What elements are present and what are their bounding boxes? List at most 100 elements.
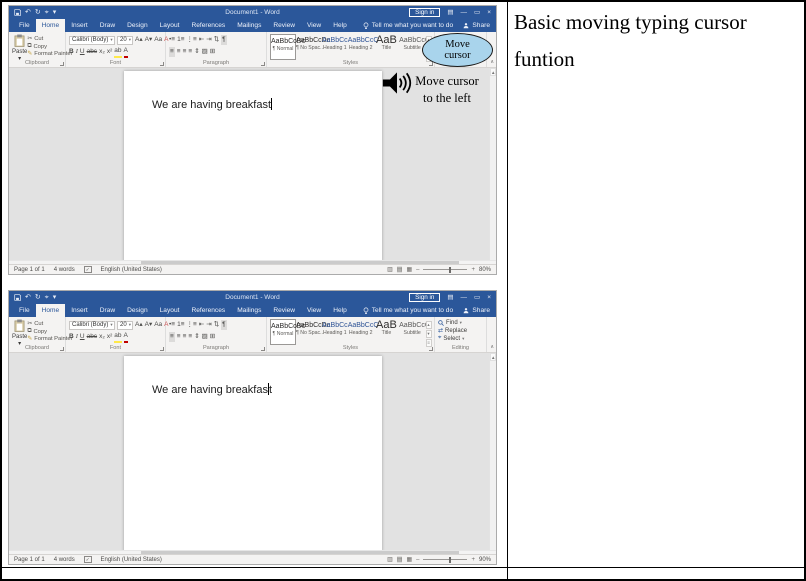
text-highlight-icon[interactable]: ab <box>114 46 121 58</box>
borders-icon[interactable]: ⊞ <box>210 332 215 342</box>
style-normal[interactable]: AaBbCcDc ¶ Normal <box>270 34 296 60</box>
style-heading2[interactable]: AaBbCcC Heading 2 <box>348 34 374 60</box>
print-layout-icon[interactable]: ▤ <box>397 556 403 563</box>
tab-view[interactable]: View <box>301 19 327 32</box>
document-text[interactable]: We are having breakfast <box>124 71 382 111</box>
font-size-combobox[interactable]: 20▾ <box>117 36 133 45</box>
word-count[interactable]: 4 words <box>54 267 75 273</box>
font-size-combobox[interactable]: 20▾ <box>117 321 133 330</box>
superscript-button[interactable]: x² <box>107 332 112 342</box>
sort-icon[interactable]: ⇅ <box>214 320 219 330</box>
tab-view[interactable]: View <box>301 304 327 317</box>
font-color-icon[interactable]: A <box>124 46 128 58</box>
styles-scroll-up-icon[interactable]: ▴ <box>426 321 432 329</box>
tab-home[interactable]: Home <box>36 304 66 317</box>
tab-design[interactable]: Design <box>121 19 154 32</box>
multilevel-list-icon[interactable]: ⋮≡ <box>187 35 197 45</box>
line-spacing-icon[interactable]: ⇕ <box>194 47 199 57</box>
tab-review[interactable]: Review <box>267 304 301 317</box>
tab-insert[interactable]: Insert <box>65 19 94 32</box>
read-mode-icon[interactable]: ▥ <box>387 266 393 273</box>
scroll-up-icon[interactable]: ▲ <box>490 353 496 361</box>
document-text[interactable]: We are having breakfast <box>124 356 382 396</box>
italic-button[interactable]: I <box>76 332 78 342</box>
tab-review[interactable]: Review <box>267 19 301 32</box>
sign-in-button[interactable]: Sign in <box>409 293 440 302</box>
shrink-font-icon[interactable]: A▾ <box>145 320 153 330</box>
redo-icon[interactable]: ↻ <box>35 9 41 16</box>
tab-layout[interactable]: Layout <box>154 19 186 32</box>
ribbon-display-options-icon[interactable]: ▤ <box>447 293 453 302</box>
document-page[interactable]: We are having breakfast <box>124 71 382 260</box>
decrease-indent-icon[interactable]: ⇤ <box>199 35 204 45</box>
paragraph-dialog-launcher[interactable] <box>261 62 265 66</box>
tell-me-box[interactable]: Tell me what you want to do <box>363 19 453 32</box>
zoom-slider[interactable] <box>423 559 467 560</box>
tab-help[interactable]: Help <box>327 19 353 32</box>
tab-file[interactable]: File <box>13 19 36 32</box>
collapse-ribbon-icon[interactable]: ∧ <box>490 344 494 350</box>
word-count[interactable]: 4 words <box>54 557 75 563</box>
zoom-out-icon[interactable]: – <box>416 557 419 563</box>
bold-button[interactable]: B <box>69 332 74 342</box>
subscript-button[interactable]: x₂ <box>99 332 105 342</box>
tab-layout[interactable]: Layout <box>154 304 186 317</box>
close-icon[interactable]: × <box>487 293 491 302</box>
style-heading1[interactable]: AaBbCc Heading 1 <box>322 319 348 345</box>
decrease-indent-icon[interactable]: ⇤ <box>199 320 204 330</box>
document-page[interactable]: We are having breakfast <box>124 356 382 550</box>
style-normal[interactable]: AaBbCcDc ¶ Normal <box>270 319 296 345</box>
zoom-percentage[interactable]: 90% <box>479 557 491 563</box>
touch-mode-icon[interactable]: ⌖ <box>45 294 49 301</box>
proofing-icon[interactable]: ✓ <box>84 266 92 273</box>
print-layout-icon[interactable]: ▤ <box>397 266 403 273</box>
bold-button[interactable]: B <box>69 47 74 57</box>
document-area[interactable]: We are having breakfast <box>9 353 496 550</box>
strikethrough-button[interactable]: abc <box>87 332 97 342</box>
underline-button[interactable]: U <box>80 332 85 342</box>
clipboard-dialog-launcher[interactable] <box>60 347 64 351</box>
tab-draw[interactable]: Draw <box>94 304 121 317</box>
styles-gallery-scroll[interactable]: ▴ ▾ ≡ <box>425 319 432 344</box>
paste-button[interactable]: Paste ▾ <box>12 34 27 59</box>
increase-indent-icon[interactable]: ⇥ <box>206 35 211 45</box>
clipboard-dialog-launcher[interactable] <box>60 62 64 66</box>
share-button[interactable]: Share <box>463 22 490 29</box>
align-left-icon[interactable]: ≡ <box>169 332 175 342</box>
scroll-up-icon[interactable]: ▲ <box>490 68 496 76</box>
bullets-icon[interactable]: •≡ <box>169 35 175 45</box>
read-mode-icon[interactable]: ▥ <box>387 556 393 563</box>
multilevel-list-icon[interactable]: ⋮≡ <box>187 320 197 330</box>
horizontal-scrollbar[interactable] <box>9 550 496 554</box>
increase-indent-icon[interactable]: ⇥ <box>206 320 211 330</box>
styles-scroll-down-icon[interactable]: ▾ <box>426 330 432 338</box>
zoom-slider-thumb[interactable] <box>449 557 451 563</box>
strikethrough-button[interactable]: abc <box>87 47 97 57</box>
tab-file[interactable]: File <box>13 304 36 317</box>
font-name-combobox[interactable]: Calibri (Body)▾ <box>69 36 115 45</box>
tell-me-box[interactable]: Tell me what you want to do <box>363 304 453 317</box>
zoom-in-icon[interactable]: + <box>471 267 475 273</box>
shading-icon[interactable]: ▨ <box>202 332 208 342</box>
borders-icon[interactable]: ⊞ <box>210 47 215 57</box>
tab-insert[interactable]: Insert <box>65 304 94 317</box>
style-no-spacing[interactable]: AaBbCcDc ¶ No Spac... <box>296 34 322 60</box>
tab-home[interactable]: Home <box>36 19 66 32</box>
justify-icon[interactable]: ≡ <box>188 47 192 57</box>
styles-dialog-launcher[interactable] <box>429 62 433 66</box>
redo-icon[interactable]: ↻ <box>35 294 41 301</box>
numbering-icon[interactable]: 1≡ <box>177 320 184 330</box>
grow-font-icon[interactable]: A▴ <box>135 320 143 330</box>
style-title[interactable]: AaB Title <box>374 34 399 60</box>
proofing-icon[interactable]: ✓ <box>84 556 92 563</box>
zoom-percentage[interactable]: 80% <box>479 267 491 273</box>
zoom-slider[interactable] <box>423 269 467 270</box>
shrink-font-icon[interactable]: A▾ <box>145 35 153 45</box>
horizontal-scroll-thumb[interactable] <box>141 551 459 554</box>
subscript-button[interactable]: x₂ <box>99 47 105 57</box>
touch-mode-icon[interactable]: ⌖ <box>45 9 49 16</box>
web-layout-icon[interactable]: ▦ <box>406 556 412 563</box>
grow-font-icon[interactable]: A▴ <box>135 35 143 45</box>
align-center-icon[interactable]: ≡ <box>177 47 181 57</box>
styles-dialog-launcher[interactable] <box>429 347 433 351</box>
